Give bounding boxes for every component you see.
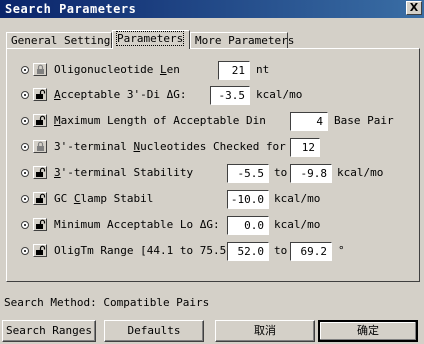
row-max-length-dimer: Maximum Length of Acceptable Din 4 Base …: [7, 112, 421, 132]
row-tm-range: OligTm Range [44.1 to 75.5] 52.0 to 69.2…: [7, 242, 421, 262]
window-title: Search Parameters: [5, 2, 137, 16]
row-radio[interactable]: [21, 247, 29, 255]
row-gc-clamp: GC Clamp Stabil -10.0 kcal/mo: [7, 190, 421, 210]
row-terminal-nucleotides: 3'-terminal Nucleotides Checked for 12: [7, 138, 421, 158]
gc-clamp-input[interactable]: -10.0: [227, 190, 269, 209]
row-label: Oligonucleotide Len: [54, 63, 180, 76]
stability-min-input[interactable]: -5.5: [227, 164, 269, 183]
unit-label: °: [338, 244, 345, 257]
unit-label: kcal/mo: [274, 218, 321, 231]
tab-parameters[interactable]: Parameters: [112, 30, 190, 49]
unit-label: kcal/mo: [337, 166, 384, 179]
max-length-input[interactable]: 4: [290, 112, 328, 131]
oligo-length-input[interactable]: 21: [218, 61, 250, 80]
terminal-nucleotides-input[interactable]: 12: [290, 138, 320, 157]
row-radio[interactable]: [21, 195, 29, 203]
lock-open-icon[interactable]: [33, 192, 47, 205]
min-loop-dg-input[interactable]: 0.0: [227, 216, 269, 235]
title-bar: Search Parameters X: [0, 0, 424, 18]
lock-open-icon[interactable]: [33, 166, 47, 179]
to-label: to: [274, 244, 288, 257]
tab-more-parameters[interactable]: More Parameters: [190, 32, 294, 49]
ok-button[interactable]: 确定: [318, 320, 418, 342]
unit-label: kcal/mo: [274, 192, 321, 205]
row-label: GC Clamp Stabil: [54, 192, 154, 205]
cancel-button[interactable]: 取消: [215, 320, 315, 342]
row-label: Minimum Acceptable Lo ΔG:: [54, 218, 220, 231]
row-radio[interactable]: [21, 117, 29, 125]
unit-label: kcal/mo: [256, 88, 303, 101]
stability-max-input[interactable]: -9.8: [290, 164, 332, 183]
tm-max-input[interactable]: 69.2: [290, 242, 332, 261]
row-min-loop-dg: Minimum Acceptable Lo ΔG: 0.0 kcal/mo: [7, 216, 421, 236]
parameters-panel: Oligonucleotide Len 21 nt Acceptable 3'-…: [6, 48, 420, 282]
row-label: 3'-terminal Stability: [54, 166, 194, 179]
search-method-status: Search Method: Compatible Pairs: [4, 296, 210, 309]
row-label: OligTm Range [44.1 to 75.5]: [54, 244, 233, 257]
lock-open-icon[interactable]: [33, 114, 47, 127]
row-radio[interactable]: [21, 66, 29, 74]
to-label: to: [274, 166, 288, 179]
lock-open-icon[interactable]: [33, 88, 47, 101]
lock-closed-icon[interactable]: [33, 140, 47, 153]
row-label: Acceptable 3'-Di ΔG:: [54, 88, 187, 101]
close-button[interactable]: X: [406, 1, 422, 15]
unit-label: nt: [256, 63, 270, 76]
row-label: 3'-terminal Nucleotides Checked for: [54, 140, 286, 153]
acceptable-dimer-input[interactable]: -3.5: [210, 86, 250, 105]
defaults-button[interactable]: Defaults: [104, 320, 204, 342]
row-acceptable-3-dimer: Acceptable 3'-Di ΔG: -3.5 kcal/mo: [7, 86, 421, 106]
row-terminal-stability: 3'-terminal Stability -5.5 to -9.8 kcal/…: [7, 164, 421, 184]
search-ranges-button[interactable]: Search Ranges: [2, 320, 96, 342]
unit-label: Base Pair: [334, 114, 394, 127]
row-radio[interactable]: [21, 91, 29, 99]
tab-general-settings[interactable]: General Settings: [6, 32, 117, 49]
lock-open-icon[interactable]: [33, 218, 47, 231]
lock-closed-icon[interactable]: [33, 63, 47, 76]
row-label: Maximum Length of Acceptable Din: [54, 114, 266, 127]
lock-open-icon[interactable]: [33, 244, 47, 257]
row-oligo-length: Oligonucleotide Len 21 nt: [7, 61, 421, 81]
row-radio[interactable]: [21, 221, 29, 229]
tm-min-input[interactable]: 52.0: [227, 242, 269, 261]
row-radio[interactable]: [21, 169, 29, 177]
row-radio[interactable]: [21, 143, 29, 151]
